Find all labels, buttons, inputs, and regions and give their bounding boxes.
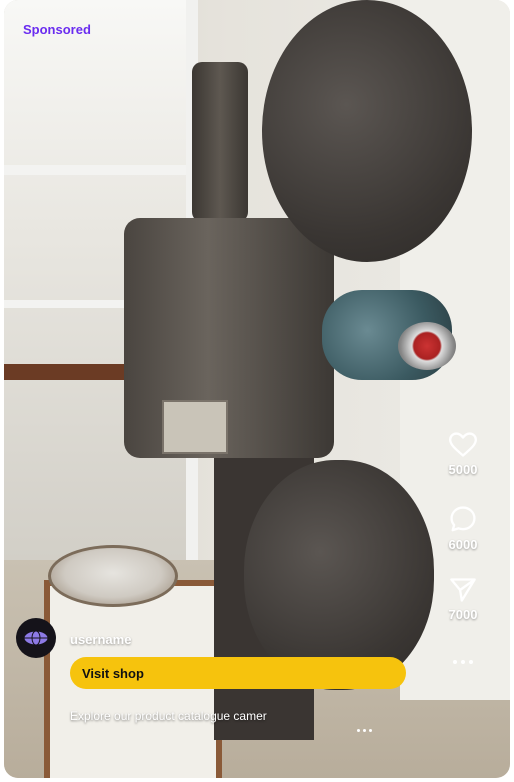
- send-icon: [450, 578, 476, 602]
- comment-bubble-icon: [450, 506, 476, 532]
- share-button[interactable]: 7000: [442, 577, 484, 622]
- avatar[interactable]: [16, 618, 56, 658]
- more-dots-icon[interactable]: [451, 651, 475, 664]
- heart-icon: [449, 432, 477, 457]
- visit-shop-button[interactable]: Visit shop: [70, 657, 406, 689]
- sponsored-label: Sponsored: [23, 22, 91, 37]
- share-count: 7000: [448, 607, 478, 622]
- ad-frame: Sponsored 5000 6000 7000 username Visit …: [4, 0, 510, 778]
- like-count: 5000: [448, 462, 478, 477]
- globe-avatar-icon: [23, 630, 49, 646]
- username[interactable]: username: [70, 632, 131, 647]
- comment-count: 6000: [448, 537, 478, 552]
- like-button[interactable]: 5000: [442, 432, 484, 477]
- comment-button[interactable]: 6000: [442, 505, 484, 552]
- ellipsis-icon[interactable]: [355, 719, 373, 737]
- caption: Explore our product catalogue camer: [70, 709, 267, 723]
